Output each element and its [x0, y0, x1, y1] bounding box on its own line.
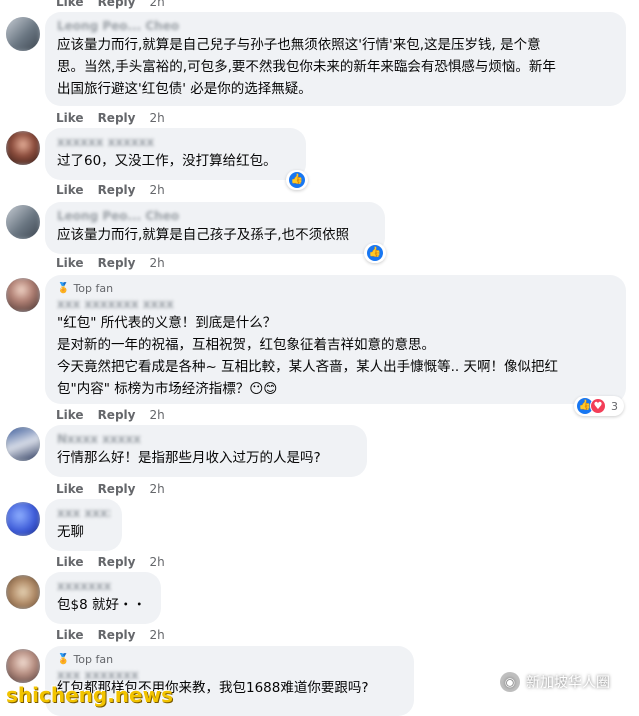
- comment-bubble: 🏅 Top fan xxx xxxxxxx xxxx "红包" 所代表的义意！到…: [45, 275, 626, 404]
- like-link[interactable]: Like: [56, 554, 84, 570]
- wechat-icon: ◉: [500, 672, 520, 692]
- top-fan-label: Top fan: [73, 282, 114, 295]
- avatar[interactable]: [6, 205, 40, 239]
- comment-actions: Like Reply 2h: [56, 554, 165, 570]
- reply-link[interactable]: Reply: [98, 407, 136, 423]
- comment-bubble: xxxxxx xxxxxx 过了60，又没工作，没打算给红包。: [45, 128, 306, 180]
- comment-text: 行情那么好！是指那些月收入过万的人是吗?: [57, 450, 321, 466]
- reply-link[interactable]: Reply: [98, 627, 136, 643]
- top-fan-label: Top fan: [73, 653, 114, 666]
- commenter-name[interactable]: xxxxxxx: [57, 578, 149, 594]
- avatar[interactable]: [6, 427, 40, 461]
- like-link[interactable]: Like: [56, 481, 84, 497]
- avatar[interactable]: [6, 131, 40, 165]
- commenter-name[interactable]: Nxxxx xxxxx: [57, 431, 355, 447]
- reply-link[interactable]: Reply: [98, 182, 136, 198]
- timestamp: 2h: [149, 482, 165, 496]
- avatar[interactable]: [6, 575, 40, 609]
- commenter-name[interactable]: Leong Peo... Cheo: [57, 208, 373, 224]
- comment-text: 应该量力而行,就算是自己孩子及孫子,也不须依照: [57, 227, 350, 243]
- comment-text: 过了60，又没工作，没打算给红包。: [57, 153, 277, 169]
- reply-link[interactable]: Reply: [98, 110, 136, 126]
- avatar[interactable]: [6, 502, 40, 536]
- comment-bubble: xxxxxxx 包$8 就好・・: [45, 572, 161, 624]
- commenter-name[interactable]: xxx xxxxxxx xxxx: [57, 296, 614, 312]
- comment-bubble: Nxxxx xxxxx 行情那么好！是指那些月收入过万的人是吗?: [45, 425, 367, 477]
- timestamp: 2h: [149, 408, 165, 422]
- comment-bubble: Leong Peo... Cheo 应该量力而行,就算是自己孩子及孫子,也不须依…: [45, 202, 385, 254]
- timestamp: 2h: [149, 256, 165, 270]
- avatar[interactable]: [6, 17, 40, 51]
- timestamp: 2h: [149, 0, 165, 9]
- timestamp: 2h: [149, 555, 165, 569]
- love-icon: ♥: [590, 398, 606, 414]
- like-icon: 👍: [367, 245, 383, 261]
- comment-text: 包$8 就好・・: [57, 597, 146, 613]
- reaction-summary[interactable]: 👍 ♥ 3: [574, 396, 624, 416]
- comment-actions: Like Reply 2h: [56, 481, 165, 497]
- reaction-count: 3: [611, 399, 618, 413]
- comment-text: 应该量力而行,就算是自己兒子与孙子也無须依照这'行情'来包,这是压岁钱, 是个意…: [57, 37, 556, 97]
- commenter-name[interactable]: xxxxxx xxxxxx: [57, 134, 294, 150]
- comment-bubble: Leong Peo... Cheo 应该量力而行,就算是自己兒子与孙子也無须依照…: [45, 12, 626, 106]
- like-link[interactable]: Like: [56, 182, 84, 198]
- timestamp: 2h: [149, 628, 165, 642]
- site-watermark: shicheng.news: [6, 683, 173, 707]
- like-icon: 👍: [289, 172, 305, 188]
- top-fan-icon: 🏅: [57, 283, 70, 294]
- reaction-summary[interactable]: 👍: [286, 170, 308, 190]
- commenter-name[interactable]: xxx xxxxxxx: [57, 667, 402, 683]
- comment-actions: Like Reply 2h: [56, 407, 165, 423]
- timestamp: 2h: [149, 183, 165, 197]
- reply-link[interactable]: Reply: [98, 554, 136, 570]
- top-fan-icon: 🏅: [57, 654, 70, 665]
- reply-link[interactable]: Reply: [98, 255, 136, 271]
- timestamp: 2h: [149, 111, 165, 125]
- comment-text: 无聊: [57, 524, 84, 540]
- channel-watermark-label: 新加坡华人圈: [526, 675, 610, 691]
- comment-actions: Like Reply 2h: [56, 110, 165, 126]
- commenter-name[interactable]: xxx xxxxx: [57, 505, 110, 521]
- avatar[interactable]: [6, 649, 40, 683]
- like-link[interactable]: Like: [56, 407, 84, 423]
- like-link[interactable]: Like: [56, 110, 84, 126]
- like-link[interactable]: Like: [56, 627, 84, 643]
- like-link[interactable]: Like: [56, 0, 84, 10]
- comment-actions: Like Reply 2h: [56, 627, 165, 643]
- top-action-row: Like Reply 2h: [56, 0, 165, 10]
- reaction-summary[interactable]: 👍: [364, 243, 386, 263]
- like-link[interactable]: Like: [56, 255, 84, 271]
- reply-link[interactable]: Reply: [98, 481, 136, 497]
- top-fan-badge: 🏅 Top fan: [57, 281, 614, 296]
- top-fan-badge: 🏅 Top fan: [57, 652, 402, 667]
- comment-text: "红包" 所代表的义意！到底是什么？ 是对新的一年的祝福，互相祝贺，红包象征着吉…: [57, 315, 558, 397]
- comment-actions: Like Reply 2h: [56, 255, 165, 271]
- avatar[interactable]: [6, 278, 40, 312]
- comment-bubble: xxx xxxxx 无聊: [45, 499, 122, 551]
- commenter-name[interactable]: Leong Peo... Cheo: [57, 18, 614, 34]
- comment-actions: Like Reply 2h: [56, 182, 165, 198]
- reply-link[interactable]: Reply: [98, 0, 136, 10]
- channel-watermark: ◉ 新加坡华人圈: [500, 672, 610, 692]
